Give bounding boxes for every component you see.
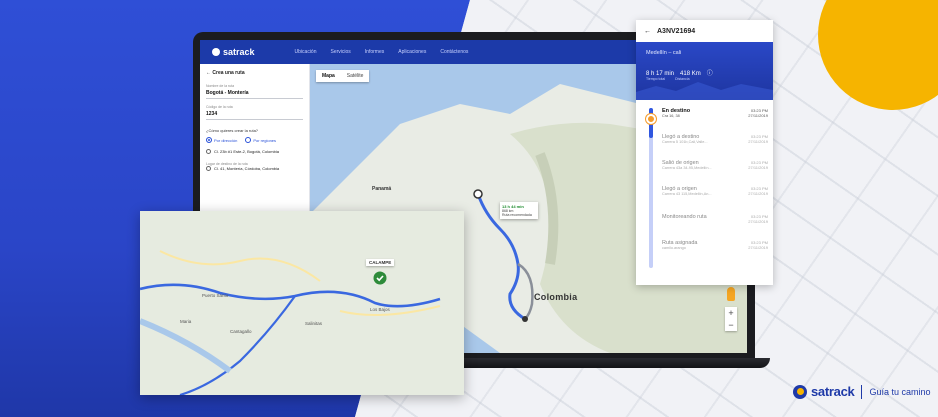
map-label: Salinitas [305,321,323,326]
zoomed-map-canvas [140,211,464,395]
zoomed-map-card[interactable]: CALAMPE Puerto Santo Los Bajos Maria Can… [140,211,464,395]
map-label-panama: Panamá [372,186,392,192]
zoom-in-button[interactable]: + [725,307,737,319]
radio-selected-icon [206,137,212,143]
tab-map[interactable]: Mapa [316,70,341,82]
brand-name: satrack [811,384,855,399]
route-info-bubble[interactable]: 13 h 44 min 868 km Ruta recomendada [500,202,538,219]
origin-marker [473,189,483,199]
map-label: Puerto Santo [202,293,229,298]
nav-ubicacion[interactable]: Ubicación [295,49,317,55]
destination-marker [522,316,528,322]
origin-circle-icon [206,149,211,154]
nav-aplicaciones[interactable]: Aplicaciones [398,49,426,55]
timeline-current-marker[interactable] [646,114,656,124]
map-label: Los Bajos [370,307,390,312]
route-creation-question: ¿Cómo quieres crear la ruta? [206,128,259,133]
radio-unselected-icon [245,137,252,143]
timeline-event[interactable]: Monitoreando ruta 03:23 PM 27/11/2019 [662,214,768,224]
zoom-out-button[interactable]: − [725,319,737,331]
timeline-event[interactable]: Ruta asignada camilo.arango 03:23 PM 27/11… [662,240,768,250]
destination-pin-icon [206,166,211,171]
street-view-pegman-icon[interactable] [727,287,735,301]
green-check-marker-icon[interactable] [373,271,387,285]
timeline-event[interactable]: En destino Cra 16, 38 03:23 PM 27/11/2019 [662,108,768,118]
radio-by-address[interactable]: Por dirección [206,137,237,143]
brand-footer: satrack Guía tu camino [793,384,930,399]
tracking-header: ← A3NV21694 [636,20,773,42]
timeline-event[interactable]: Llegó a origen Carrera 43 115,Medellín,An… [662,186,768,196]
info-icon[interactable]: ⓘ [707,68,713,77]
nav-contactenos[interactable]: Contáctenos [440,49,468,55]
zoom-control: + − [725,307,737,331]
back-arrow-icon[interactable]: ← [644,28,651,35]
tracking-summary: Medellín – cali 8 h 17 min 418 Km ⓘ Tiem… [636,42,773,100]
app-logo[interactable]: satrack [212,47,255,57]
map-type-tabs: Mapa Satélite [316,70,370,82]
brand-divider [861,384,863,399]
map-label: Maria [180,319,192,324]
nav-servicios[interactable]: Servicios [331,49,351,55]
route-name-input[interactable]: Bogotá - Montería [206,88,303,99]
alternate-route-line [517,262,534,320]
radio-by-regions[interactable]: Por regiones [245,137,276,143]
vehicle-plate: A3NV21694 [657,27,696,35]
timeline-event[interactable]: Llegó a destino Carrera 5 101b,Cali,Valle… [662,134,768,144]
location-callout[interactable]: CALAMPE [366,259,395,266]
tracking-panel: ← A3NV21694 Medellín – cali 8 h 17 min 4… [636,20,773,285]
route-code-input[interactable]: 1234 [206,109,303,120]
brand-tagline: Guía tu camino [869,386,931,397]
event-timeline: En destino Cra 16, 38 03:23 PM 27/11/2019 … [636,102,773,282]
logo-icon [212,48,220,56]
map-label-colombia: Colombia [534,292,578,302]
satrack-logo-icon [793,384,807,399]
origin-field[interactable]: Cl. 23b #1 Este-2, Bogotá, Colombia [206,149,303,154]
tracking-route: Medellín – cali [646,50,682,56]
route-panel-title: ← Crea una ruta [206,70,245,76]
bubble-note: Ruta recomendada [502,213,532,217]
destination-field[interactable]: Cl. 41, Montería, Córdoba, Colombia [206,166,303,171]
mountain-decoration [636,82,773,100]
map-label: Cantagallo [230,329,252,334]
tab-satellite[interactable]: Satélite [341,70,370,82]
nav-informes[interactable]: Informes [365,49,384,55]
timeline-event[interactable]: Salió de origen Carrera 43a 34-95,Medellí… [662,160,768,170]
